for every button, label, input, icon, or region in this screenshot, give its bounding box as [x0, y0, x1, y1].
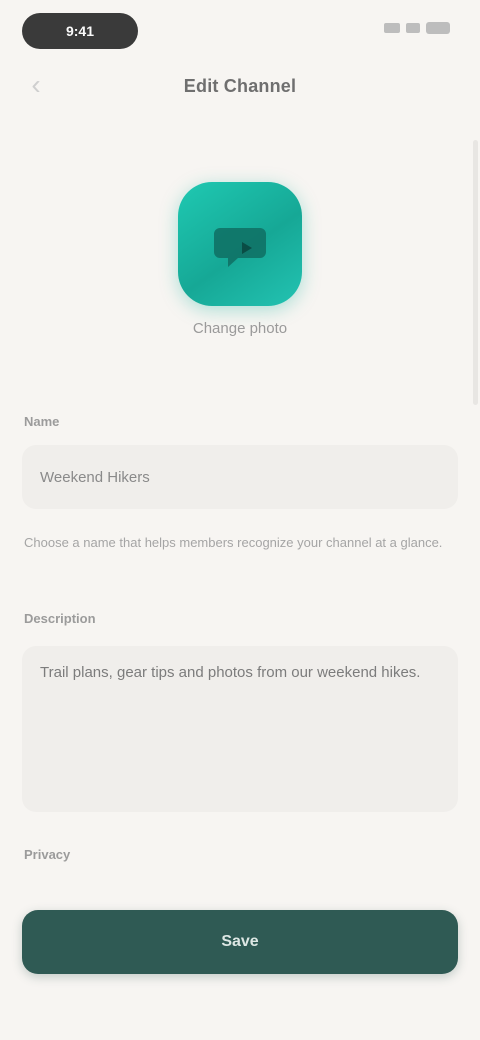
nav-bar: ‹ Edit Channel	[0, 60, 480, 112]
battery-icon	[426, 22, 450, 34]
name-field[interactable]	[22, 445, 458, 509]
change-photo-link[interactable]: Change photo	[0, 320, 480, 337]
signal-icon	[384, 23, 400, 33]
privacy-label: Privacy	[24, 847, 71, 862]
page-title: Edit Channel	[183, 76, 297, 96]
chat-bubble-icon	[214, 228, 266, 267]
avatar-section: Change photo	[0, 170, 480, 370]
name-label: Name	[24, 414, 60, 429]
wifi-icon	[406, 23, 420, 33]
status-bar: 9:41	[0, 0, 480, 60]
description-label: Description	[24, 611, 96, 626]
description-field[interactable]: Trail plans, gear tips and photos from o…	[22, 646, 458, 812]
status-icons	[384, 22, 450, 34]
name-helper-text: Choose a name that helps members recogni…	[24, 535, 443, 550]
status-time: 9:41	[22, 13, 138, 49]
save-button[interactable]: Save	[22, 910, 458, 974]
channel-avatar[interactable]	[178, 182, 302, 306]
